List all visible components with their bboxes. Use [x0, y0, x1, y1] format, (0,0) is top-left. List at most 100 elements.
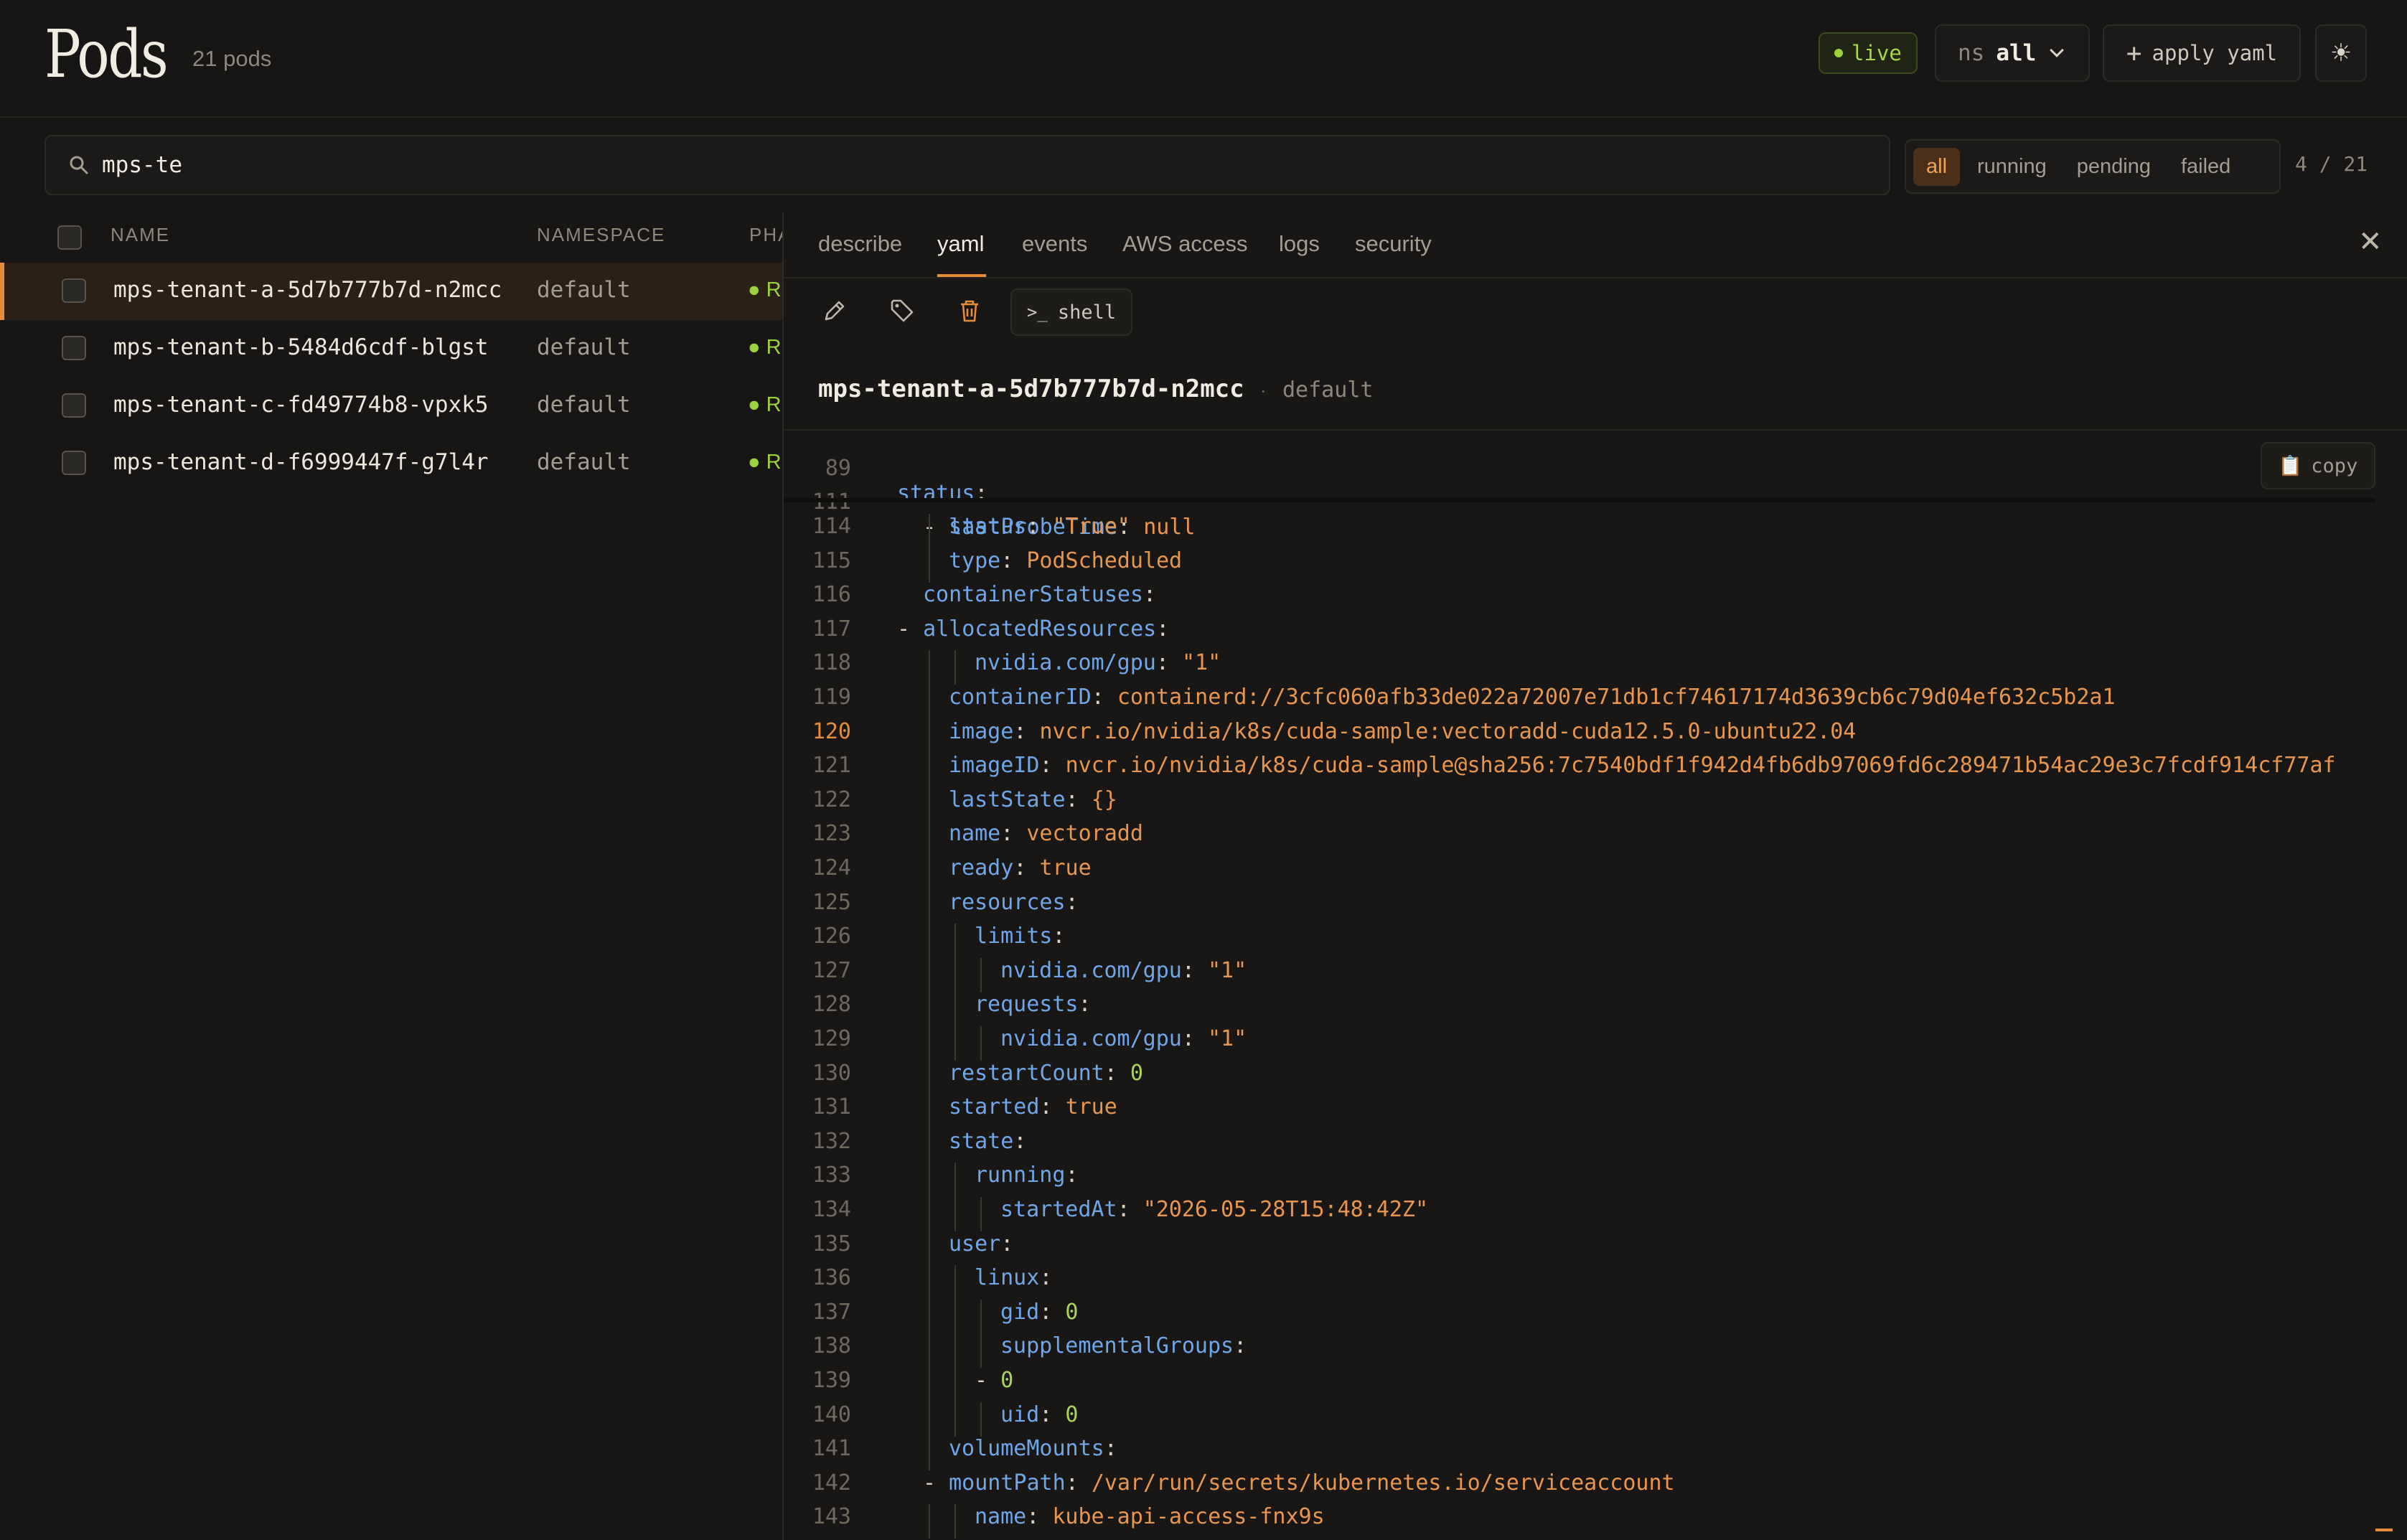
delete-trash-icon[interactable]	[953, 294, 986, 327]
code-line: 115 type: PodScheduled	[784, 548, 2407, 583]
code-line: 122 lastState: {}	[784, 787, 2407, 822]
code-line: 124 ready: true	[784, 855, 2407, 890]
namespace-label: ns	[1958, 40, 1985, 66]
scrollbar-marker	[2375, 1529, 2393, 1531]
indent-guide	[929, 514, 930, 548]
copy-label: copy	[2311, 454, 2358, 477]
pod-name: mps-tenant-d-f6999447f-g7l4r	[113, 449, 489, 475]
code-text: supplementalGroups:	[1000, 1333, 1247, 1359]
resource-title: mps-tenant-a-5d7b777b7d-n2mcc · default	[818, 375, 1373, 403]
column-name[interactable]: NAME	[111, 224, 170, 246]
code-text: started: true	[949, 1094, 1117, 1120]
shell-label: shell	[1057, 301, 1117, 324]
pod-name: mps-tenant-c-fd49774b8-vpxk5	[113, 392, 489, 418]
pod-name: mps-tenant-b-5484d6cdf-blgst	[113, 334, 489, 360]
indent-guide	[980, 1333, 982, 1368]
tab-security[interactable]: security	[1355, 231, 1432, 257]
code-text: - allocatedResources:	[897, 616, 1170, 642]
table-row[interactable]: mps-tenant-c-fd49774b8-vpxk5 default ● R	[0, 377, 782, 435]
indent-guide	[929, 957, 930, 992]
indent-guide	[929, 1094, 930, 1130]
code-text: state:	[949, 1128, 1027, 1154]
indent-guide	[980, 1402, 982, 1437]
line-number: 115	[812, 548, 851, 573]
code-text: ready: true	[949, 855, 1092, 881]
pod-namespace: default	[537, 392, 631, 418]
filter-all[interactable]: all	[1913, 147, 1961, 186]
copy-button[interactable]: 📋 copy	[2261, 442, 2375, 489]
pod-phase: ● R	[748, 451, 781, 474]
indent-guide	[929, 1299, 930, 1334]
code-text: startedAt: "2026-05-28T15:48:42Z"	[1000, 1197, 1429, 1222]
indent-guide	[929, 548, 930, 583]
code-text: requests:	[975, 992, 1092, 1018]
code-line: 140 uid: 0	[784, 1402, 2407, 1437]
code-text: limits:	[975, 924, 1066, 949]
code-text: linux:	[975, 1265, 1053, 1291]
terminal-icon: >_	[1026, 302, 1048, 322]
resource-separator: ·	[1259, 379, 1267, 401]
indent-guide	[929, 821, 930, 856]
shell-button[interactable]: >_ shell	[1010, 288, 1132, 336]
namespace-select[interactable]: ns all	[1935, 24, 2090, 82]
code-line: 127 nvidia.com/gpu: "1"	[784, 957, 2407, 992]
pod-name: mps-tenant-a-5d7b777b7d-n2mcc	[113, 277, 502, 303]
live-toggle[interactable]: live	[1819, 32, 1918, 74]
indent-guide	[980, 1026, 982, 1061]
indent-guide	[929, 1128, 930, 1163]
resource-namespace: default	[1282, 377, 1374, 403]
plus-icon: +	[2126, 38, 2142, 68]
page-title: Pods	[44, 16, 169, 93]
indent-guide	[954, 1265, 956, 1300]
table-row[interactable]: mps-tenant-d-f6999447f-g7l4r default ● R	[0, 435, 782, 492]
select-all-checkbox[interactable]	[57, 225, 82, 250]
indent-guide	[954, 1333, 956, 1368]
column-namespace[interactable]: NAMESPACE	[537, 224, 665, 246]
row-checkbox[interactable]	[62, 336, 86, 360]
apply-yaml-button[interactable]: + apply yaml	[2103, 24, 2301, 82]
sticky-line: 89 status:	[784, 431, 2407, 506]
tab-yaml[interactable]: yaml	[937, 231, 984, 257]
live-dot-icon	[1834, 49, 1843, 57]
yaml-editor[interactable]: 89 status: 111 - lastProbeTime: null 📋 c…	[784, 431, 2407, 1540]
indent-guide	[929, 1163, 930, 1198]
indent-guide	[954, 650, 956, 685]
tab-logs[interactable]: logs	[1279, 231, 1320, 257]
phase-filter-group: all running pending failed	[1905, 139, 2281, 194]
detail-tabs: describe yaml events AWS access logs sec…	[784, 212, 2407, 278]
chevron-down-icon	[2050, 43, 2065, 57]
line-number: 142	[812, 1470, 851, 1496]
code-text: name: kube-api-access-fnx9s	[975, 1504, 1325, 1530]
close-icon[interactable]: ✕	[2358, 225, 2383, 258]
code-text: - 0	[975, 1368, 1014, 1393]
indent-guide	[929, 1265, 930, 1300]
row-checkbox[interactable]	[62, 278, 86, 303]
resource-name: mps-tenant-a-5d7b777b7d-n2mcc	[818, 375, 1244, 403]
theme-toggle-button[interactable]: ☀	[2315, 24, 2367, 82]
code-text: gid: 0	[1000, 1299, 1079, 1325]
tab-aws-access[interactable]: AWS access	[1122, 231, 1248, 257]
search-input[interactable]: mps-te	[44, 135, 1890, 195]
indent-guide	[954, 1197, 956, 1231]
table-row[interactable]: mps-tenant-b-5484d6cdf-blgst default ● R	[0, 320, 782, 377]
indent-guide	[929, 924, 930, 959]
line-number: 139	[812, 1368, 851, 1393]
search-icon	[70, 156, 88, 174]
edit-icon[interactable]	[818, 294, 851, 327]
table-row[interactable]: mps-tenant-a-5d7b777b7d-n2mcc default ● …	[0, 263, 782, 320]
label-tag-icon[interactable]	[886, 294, 919, 327]
code-text: restartCount: 0	[949, 1060, 1143, 1086]
code-line: 117 - allocatedResources:	[784, 616, 2407, 650]
tab-events[interactable]: events	[1022, 231, 1087, 257]
tab-describe[interactable]: describe	[818, 231, 902, 257]
row-checkbox[interactable]	[62, 451, 86, 475]
code-line: 129 nvidia.com/gpu: "1"	[784, 1026, 2407, 1061]
search-value: mps-te	[102, 152, 182, 178]
row-checkbox[interactable]	[62, 393, 86, 418]
filter-failed[interactable]: failed	[2168, 148, 2243, 186]
filter-pending[interactable]: pending	[2064, 148, 2164, 186]
indent-guide	[954, 1402, 956, 1437]
line-number: 126	[812, 924, 851, 949]
filter-running[interactable]: running	[1964, 148, 2060, 186]
code-text: image: nvcr.io/nvidia/k8s/cuda-sample:ve…	[949, 718, 1857, 744]
